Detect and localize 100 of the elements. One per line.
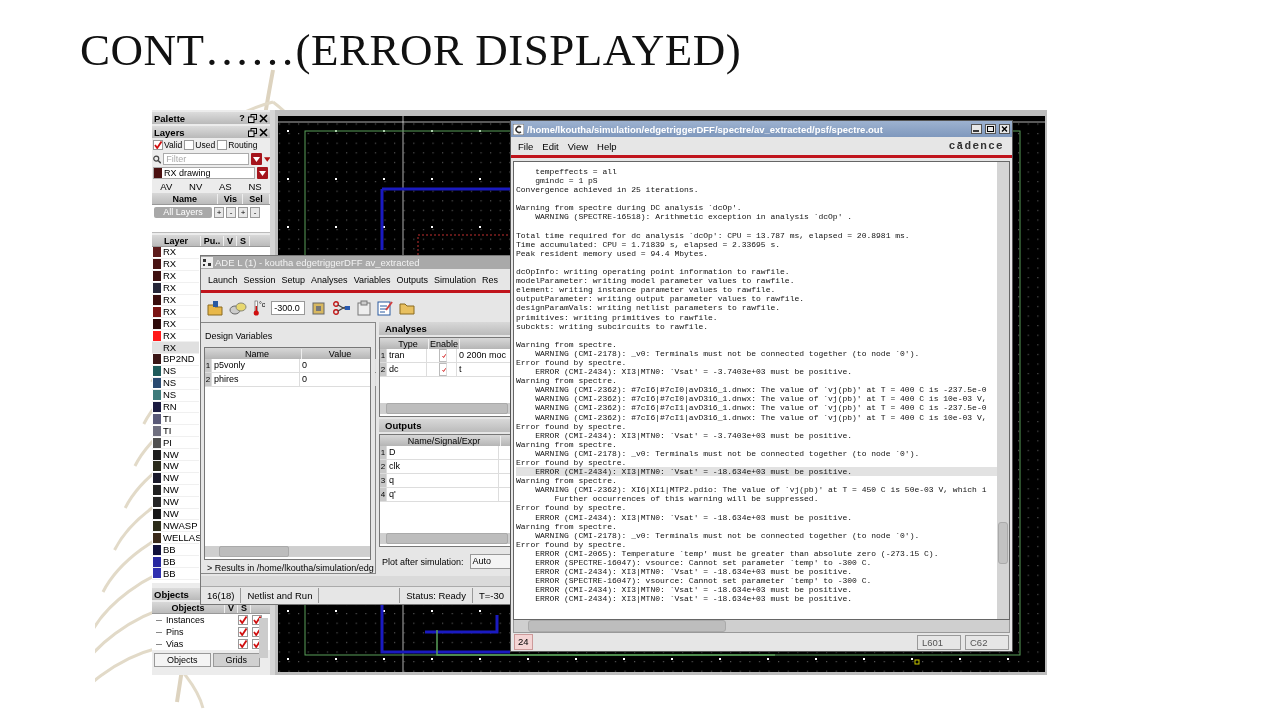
log-line: WARNING (CMI-2178): _v0: Terminals must not be connected together (to node `0'). <box>535 448 921 458</box>
layer-name: RX <box>163 247 178 259</box>
restore-icon[interactable] <box>248 113 257 123</box>
log-line: WARNING (CMI-2178): _v0: Terminals must not be connected together (to node `0'). <box>535 348 921 358</box>
checkbox[interactable] <box>153 140 163 150</box>
log-line: Peak resident memory used = 94.4 Mbytes. <box>516 248 709 258</box>
menu-item[interactable]: Session <box>243 274 276 285</box>
layer-row[interactable]: RX <box>152 247 199 259</box>
checkbox[interactable] <box>238 639 248 649</box>
checkbox[interactable] <box>184 140 195 150</box>
minimize-icon[interactable] <box>971 124 982 134</box>
dropdown-button[interactable] <box>257 167 268 179</box>
layer-row[interactable]: TI <box>152 425 199 438</box>
menu-item[interactable]: Launch <box>208 274 238 285</box>
horizontal-scrollbar[interactable] <box>205 546 370 557</box>
checkbox[interactable] <box>438 349 447 362</box>
menu-item[interactable]: Variables <box>353 274 391 285</box>
layer-row[interactable]: NWASP <box>152 520 199 533</box>
chip-icon[interactable] <box>311 299 328 316</box>
scroll-thumb[interactable] <box>528 620 726 632</box>
tab[interactable]: Objects <box>154 653 211 667</box>
layer-row[interactable]: RX <box>152 318 199 331</box>
log-line: Warning from spectre. <box>516 339 618 349</box>
log-line: ERROR (CMI-2434): XI3|MTN0: `Vsat' = -18.634e+03 must be positive. <box>534 512 854 522</box>
checklist-icon[interactable] <box>377 299 394 316</box>
restore-icon[interactable] <box>248 127 257 137</box>
menu-item[interactable]: Outputs <box>396 274 428 285</box>
row-number: 2 <box>205 373 212 386</box>
checkbox-label: Used <box>195 140 216 150</box>
toggle-button[interactable]: + <box>214 206 224 218</box>
scissors-icon[interactable] <box>333 300 352 315</box>
layer-dropdown[interactable]: RX drawing <box>153 167 255 179</box>
log-line: subckts: writing subcircuits to rawfile. <box>516 321 710 331</box>
search-field[interactable]: Filter <box>163 153 250 165</box>
row-number: 1 <box>205 359 212 372</box>
log-line: ERROR (CMI-2434): XI3|MTN0: `Vsat' = -3.7403e+03 must be positive. <box>534 430 854 440</box>
dropdown-button[interactable] <box>251 153 262 165</box>
layer-row[interactable]: TI <box>152 413 199 426</box>
plot-mode-dropdown[interactable]: Auto <box>469 554 511 569</box>
help-button[interactable]: ? <box>238 113 246 123</box>
toggle-button[interactable]: + <box>238 206 248 218</box>
tab[interactable]: AS <box>219 181 232 192</box>
toggle-button[interactable]: - <box>250 206 260 218</box>
layer-row[interactable]: WELLAS <box>152 532 199 545</box>
column-header: Name <box>213 348 302 359</box>
checkbox[interactable] <box>217 140 228 150</box>
menu-item[interactable]: Res <box>482 274 499 285</box>
close-icon[interactable] <box>999 124 1010 134</box>
checkbox[interactable] <box>238 627 248 637</box>
layer-row[interactable]: RX <box>152 342 199 354</box>
layer-row[interactable]: RX <box>152 306 199 319</box>
disk-icon[interactable] <box>229 300 247 315</box>
close-icon[interactable] <box>259 113 268 123</box>
log-line: WARNING (CMI-2362): #7cI6|#7cI0|avD316_1.dnwx: The value of `vj(pb)' at T = 400 C is 10e-03 V, <box>534 394 988 404</box>
menu-item[interactable]: View <box>567 140 589 152</box>
layer-row[interactable]: BP2ND <box>152 354 199 366</box>
checkbox-label: Valid <box>164 140 183 150</box>
layer-row[interactable]: NW <box>152 461 199 473</box>
layer-row[interactable]: BB <box>152 568 199 580</box>
menu-item[interactable]: Simulation <box>434 274 477 285</box>
clipboard-icon[interactable] <box>357 299 372 316</box>
column-header: Type <box>388 338 429 349</box>
column-header: Layer <box>152 235 201 246</box>
layer-name: BP2ND <box>163 353 196 366</box>
tab[interactable]: AV <box>160 181 173 192</box>
layer-row[interactable]: PI <box>152 437 199 450</box>
vertical-scrollbar[interactable] <box>997 162 1009 619</box>
caret-icon <box>259 170 266 176</box>
layer-row[interactable]: BB <box>152 544 199 557</box>
log-line: outputParameter: writing output parameter values to rawfile. <box>516 294 806 304</box>
layer-row[interactable]: NW <box>152 449 199 462</box>
temperature-field[interactable]: -300.0 <box>271 300 306 315</box>
horizontal-scrollbar[interactable] <box>513 620 1010 633</box>
table-cell: 0 <box>300 373 376 386</box>
close-icon[interactable] <box>259 127 268 137</box>
layer-name: TI <box>163 412 173 425</box>
menu-item[interactable]: Analyses <box>311 274 348 285</box>
tab[interactable]: NV <box>189 181 203 192</box>
menu-item[interactable]: File <box>518 140 534 152</box>
thermometer-icon <box>253 299 259 316</box>
tab[interactable]: NS <box>248 181 262 192</box>
folder-icon[interactable] <box>207 299 223 316</box>
scroll-thumb[interactable] <box>998 522 1008 564</box>
checkbox[interactable] <box>438 363 447 376</box>
log-line: element: writing instance parameter values to rawfile. <box>516 285 777 295</box>
layer-row[interactable]: BB <box>152 556 199 569</box>
layer-row[interactable]: RX <box>152 330 199 343</box>
maximize-icon[interactable] <box>985 124 996 134</box>
vertical-scrollbar[interactable] <box>259 618 268 658</box>
menu-item[interactable]: Help <box>597 140 617 152</box>
tab[interactable]: Grids <box>212 653 261 667</box>
folder-icon[interactable] <box>399 300 416 315</box>
menu-item[interactable]: Setup <box>281 274 306 285</box>
log-line: Convergence achieved in 25 iterations. <box>516 185 700 195</box>
menu-item[interactable]: Edit <box>542 140 559 152</box>
log-line: WARNING (CMI-2362): #7cI6|#7cI1|avD316_1.dnwx: The value of `vj(pb)' at T = 400 C is 10e-03 V, <box>534 412 988 422</box>
toggle-button[interactable]: - <box>226 206 236 218</box>
checkbox[interactable] <box>238 615 248 625</box>
column-header: S <box>237 235 250 246</box>
scroll-thumb[interactable] <box>219 546 289 557</box>
